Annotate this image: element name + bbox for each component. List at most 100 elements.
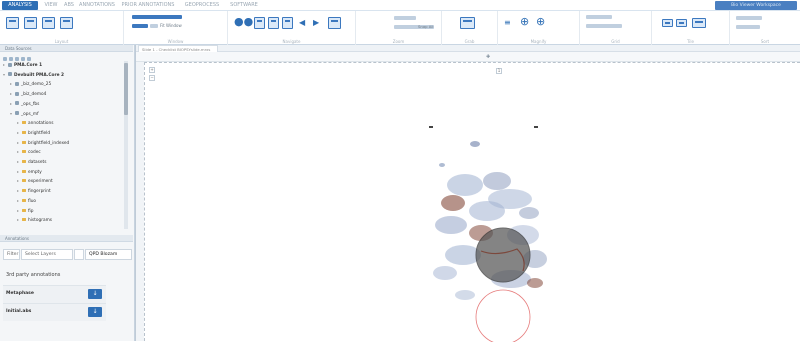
- next-arrow-icon[interactable]: ▶: [313, 17, 319, 28]
- annotations-header: Annotations: [0, 235, 133, 242]
- tree-item[interactable]: ▸ empty: [17, 168, 42, 176]
- snap-all-option[interactable]: Snap All: [418, 24, 433, 29]
- tree-item[interactable]: ▸ brightfield_indexed: [17, 139, 69, 147]
- tree-scrollbar-thumb[interactable]: [124, 63, 128, 115]
- layout-triple-icon[interactable]: [42, 17, 55, 29]
- ribbon-group-label: Magnify: [530, 39, 547, 44]
- vertical-ruler: [136, 62, 144, 341]
- tissue-fragment: [519, 207, 539, 219]
- tree-item-label: PMA.Core 1: [14, 63, 43, 68]
- grid-tools[interactable]: [586, 15, 612, 19]
- tissue-fragment: [483, 172, 511, 190]
- tile-right-icon[interactable]: [676, 19, 687, 27]
- ribbon-group-grid: Grid: [580, 11, 652, 45]
- tree-item[interactable]: ▸ fingerprint: [17, 187, 51, 195]
- zoom-in-icon[interactable]: ⊕: [520, 16, 529, 27]
- folder-icon: [22, 189, 26, 193]
- tree-item[interactable]: ▸ _biz_demo4: [10, 90, 46, 98]
- annotation-filter-bar: Filter Select Layers QPD Blozam: [3, 247, 132, 262]
- nav-overview-icon[interactable]: [282, 17, 293, 29]
- dropdown-arrow-icon[interactable]: [74, 249, 84, 260]
- tree-item[interactable]: ▸ brightfield: [17, 129, 50, 137]
- window-fit-icon[interactable]: [132, 24, 148, 28]
- move-handle-icon[interactable]: ✚: [486, 54, 490, 60]
- grid-options[interactable]: [586, 24, 622, 28]
- window-small-tool[interactable]: [150, 24, 158, 28]
- nav-split-icon[interactable]: [268, 17, 279, 29]
- slide-canvas[interactable]: + − 1: [144, 62, 800, 342]
- tree-item[interactable]: ▸ fip: [17, 207, 33, 215]
- viewer-tab[interactable]: Slide 1 - Checklist BIOPSYslide.mrxs: [138, 45, 218, 52]
- tree-item[interactable]: ▸ codec: [17, 148, 41, 156]
- tree-item[interactable]: ▸ annotations: [17, 119, 54, 127]
- sort-options[interactable]: [736, 25, 760, 29]
- viewer-toolbar: ✚: [136, 52, 800, 62]
- tissue-fragment: [469, 201, 505, 221]
- sort-tools[interactable]: [736, 16, 762, 20]
- nav-panel-icon[interactable]: [254, 17, 265, 29]
- grab-screen-icon[interactable]: [460, 17, 475, 29]
- tissue-fragment: [429, 126, 433, 128]
- tile-monitor-icon[interactable]: [692, 18, 706, 28]
- zoom-slider[interactable]: [394, 16, 416, 20]
- ribbon-group-magnify: ≡ ⊕ ⊕ Magnify: [498, 11, 580, 45]
- ribbon-group-layout: Layout: [0, 11, 124, 45]
- annotation-section-title: 3rd party annotations: [6, 272, 61, 278]
- tree-item[interactable]: ▸ _ops_fbs: [10, 100, 39, 108]
- ribbon-group-sort: Sort: [730, 11, 800, 45]
- tree-item[interactable]: ▸ _biz_demo_25: [10, 80, 51, 88]
- binoculars-icon[interactable]: ●●: [234, 16, 253, 27]
- tissue-fragment: [439, 163, 445, 167]
- tree-item-label: brightfield_indexed: [28, 140, 70, 146]
- tree-item[interactable]: ▸ fluo: [17, 197, 36, 205]
- database-icon: [8, 72, 12, 77]
- annotation-row-label: Initial.abs: [6, 309, 32, 314]
- ribbon-group-label: Grab: [464, 39, 475, 44]
- tab-annotations[interactable]: ANNOTATIONS: [78, 1, 116, 10]
- tab-software[interactable]: SOFTWARE: [226, 1, 262, 10]
- tab-view[interactable]: VIEW: [42, 1, 60, 10]
- tree-item[interactable]: ▸ experiment: [17, 177, 53, 185]
- nav-slide-icon[interactable]: [328, 17, 341, 29]
- tissue-fragment: [433, 266, 457, 280]
- tile-left-icon[interactable]: [662, 19, 673, 27]
- database-icon: [15, 81, 19, 86]
- tree-item-label: _ops_fbs: [21, 101, 40, 107]
- tree-item[interactable]: ▸ histograms: [17, 216, 52, 224]
- list-icon[interactable]: ≡: [504, 17, 511, 28]
- selection-circle[interactable]: [475, 289, 531, 342]
- layout-grid-icon[interactable]: [60, 17, 73, 29]
- annotation-download-button[interactable]: ↓: [88, 289, 102, 299]
- layout-double-icon[interactable]: [24, 17, 37, 29]
- tab-analysis[interactable]: ANALYSIS: [2, 1, 38, 10]
- annotation-download-button[interactable]: ↓: [88, 307, 102, 317]
- fit-button-label[interactable]: Fit Window: [160, 23, 182, 28]
- layer-select[interactable]: Select Layers: [21, 249, 73, 260]
- tab-geoprocess[interactable]: GEOPROCESS: [182, 1, 222, 10]
- tree-item[interactable]: ▸ PMA.Core 1: [3, 61, 42, 69]
- tree-item[interactable]: ▸ datasets: [17, 158, 46, 166]
- ribbon-group-label: Navigate: [282, 39, 301, 44]
- folder-icon: [22, 140, 26, 144]
- app-badge[interactable]: Bio Viewer Workspace: [715, 1, 797, 10]
- folder-icon: [22, 160, 26, 163]
- folder-icon: [22, 208, 26, 212]
- tissue-fragment: [435, 216, 467, 234]
- tree-item-label: experiment: [28, 179, 53, 185]
- window-tools-row[interactable]: [132, 15, 182, 19]
- tree-item-label: _biz_demo4: [21, 92, 47, 98]
- tree-item[interactable]: ▾ _ops_mf: [10, 110, 39, 118]
- tissue-fragment: [527, 278, 543, 288]
- data-sources-title: Data Sources: [5, 46, 32, 51]
- database-icon: [8, 62, 12, 67]
- tissue-fragment: [447, 174, 483, 196]
- tab-abs[interactable]: ABS: [62, 1, 76, 10]
- prev-arrow-icon[interactable]: ◀: [299, 17, 305, 28]
- layer-filter-value[interactable]: QPD Blozam: [85, 249, 132, 260]
- viewer-tab-strip: Slide 1 - Checklist BIOPSYslide.mrxs: [136, 45, 800, 52]
- layout-single-icon[interactable]: [6, 17, 19, 29]
- tree-item[interactable]: ▾ Devbuilt PMA.Core 2: [3, 71, 64, 79]
- zoom-out-icon[interactable]: ⊕: [536, 16, 545, 27]
- tree-scrollbar[interactable]: [124, 61, 128, 229]
- tab-prior-annotations[interactable]: PRIOR ANNOTATIONS: [118, 1, 178, 10]
